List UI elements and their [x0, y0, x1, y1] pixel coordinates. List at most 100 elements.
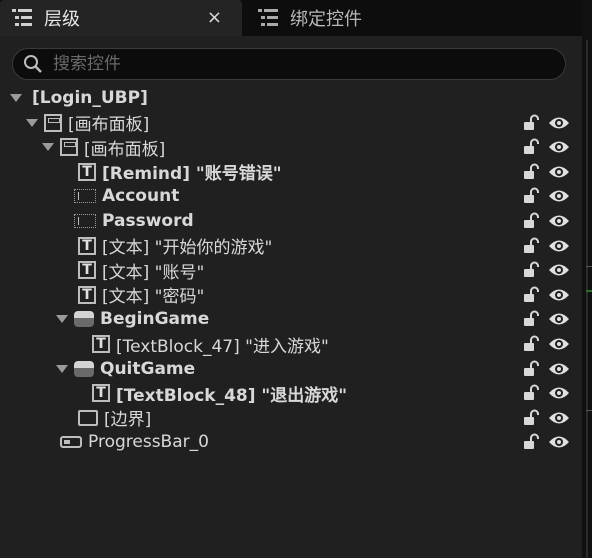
tree-row[interactable]: T [TextBlock_48] "退出游戏" [0, 381, 574, 406]
tree-row-label: [Remind] "账号错误" [102, 164, 282, 185]
eye-icon[interactable] [548, 311, 570, 327]
tree-row[interactable]: BeginGame [0, 307, 574, 331]
tree-row[interactable]: Account [0, 184, 574, 208]
unlock-icon[interactable] [522, 187, 540, 205]
text-block-icon: T [78, 261, 96, 280]
row-actions [522, 430, 570, 454]
tree-row-label: [TextBlock_48] "退出游戏" [116, 385, 348, 406]
unlock-icon[interactable] [522, 335, 540, 353]
eye-icon[interactable] [548, 188, 570, 204]
unlock-icon[interactable] [522, 138, 540, 156]
unlock-icon[interactable] [522, 286, 540, 304]
hierarchy-icon [12, 9, 32, 26]
tree-row[interactable]: Password [0, 209, 574, 233]
tree-row-label: ProgressBar_0 [88, 432, 209, 453]
row-actions [522, 209, 570, 233]
hierarchy-icon [258, 9, 278, 26]
tree-row-label: [文本] "密码" [102, 287, 205, 308]
unlock-icon[interactable] [522, 237, 540, 255]
tree-row-label: BeginGame [100, 309, 210, 330]
unlock-icon[interactable] [522, 360, 540, 378]
border-icon [78, 409, 98, 426]
row-actions [522, 283, 570, 307]
row-actions [522, 307, 570, 331]
tree-row[interactable]: [Login_UBP] [0, 86, 574, 110]
close-icon[interactable]: × [207, 8, 222, 28]
eye-icon[interactable] [548, 238, 570, 254]
unlock-icon[interactable] [522, 433, 540, 451]
tree-row-label: Account [102, 186, 180, 207]
tree-row[interactable]: T [文本] "密码" [0, 283, 574, 307]
unlock-icon[interactable] [522, 212, 540, 230]
text-block-icon: T [78, 236, 96, 255]
eye-icon[interactable] [548, 139, 570, 155]
tree-row[interactable]: QuitGame [0, 357, 574, 381]
text-block-icon: T [92, 384, 110, 403]
row-actions [522, 184, 570, 208]
tab-hierarchy[interactable]: 层级 × [0, 0, 242, 36]
tree-row[interactable]: [画布面板] [0, 135, 574, 160]
tree-row-label: [文本] "开始你的游戏" [102, 238, 273, 259]
expand-arrow-icon[interactable] [10, 94, 22, 102]
row-actions [522, 160, 570, 184]
unlock-icon[interactable] [522, 114, 540, 132]
eye-icon[interactable] [548, 410, 570, 426]
edge-mark [586, 290, 592, 292]
row-actions [522, 332, 570, 356]
eye-icon[interactable] [548, 434, 570, 450]
text-block-icon: T [78, 285, 96, 304]
row-actions [522, 357, 570, 381]
tree-row[interactable]: T [TextBlock_47] "进入游戏" [0, 332, 574, 357]
tree-row[interactable]: T [文本] "账号" [0, 258, 574, 283]
unlock-icon[interactable] [522, 163, 540, 181]
expand-arrow-icon[interactable] [56, 315, 68, 324]
row-actions [522, 406, 570, 430]
tree-row-label: [画布面板] [84, 139, 166, 160]
eye-icon[interactable] [548, 287, 570, 303]
edge-mark [586, 410, 592, 411]
row-actions [522, 111, 570, 135]
tab-bar: 层级 × 绑定控件 [0, 0, 582, 36]
canvas-panel-icon [44, 113, 62, 132]
row-actions [522, 258, 570, 282]
tree-row-label: [文本] "账号" [102, 262, 205, 283]
unlock-icon[interactable] [522, 310, 540, 328]
search-icon [24, 55, 42, 73]
canvas-panel-icon [60, 138, 78, 157]
eye-icon[interactable] [548, 262, 570, 278]
eye-icon[interactable] [548, 213, 570, 229]
text-block-icon: T [78, 162, 96, 181]
row-actions [522, 381, 570, 405]
row-actions [522, 135, 570, 159]
splitter[interactable] [586, 40, 588, 558]
search-box[interactable] [12, 48, 566, 80]
eye-icon[interactable] [548, 385, 570, 401]
expand-arrow-icon[interactable] [42, 143, 54, 152]
button-icon [74, 360, 94, 377]
tree-row[interactable]: [边界] [0, 406, 574, 430]
tab-bind-widgets[interactable]: 绑定控件 [246, 0, 576, 36]
search-input[interactable] [51, 53, 535, 75]
eye-icon[interactable] [548, 336, 570, 352]
tree-row-label: [Login_UBP] [32, 88, 148, 108]
eye-icon[interactable] [548, 164, 570, 180]
eye-icon[interactable] [548, 115, 570, 131]
expand-arrow-icon[interactable] [56, 364, 68, 373]
unlock-icon[interactable] [522, 409, 540, 427]
tree-row[interactable]: ProgressBar_0 [0, 430, 574, 454]
tree-row-label: Password [102, 211, 194, 231]
expand-arrow-icon[interactable] [26, 118, 38, 127]
tree-row[interactable]: T [Remind] "账号错误" [0, 160, 574, 184]
tree-row-label: [边界] [104, 410, 152, 431]
unlock-icon[interactable] [522, 384, 540, 402]
tree-row[interactable]: T [文本] "开始你的游戏" [0, 234, 574, 258]
button-icon [74, 311, 94, 328]
tree-row-label: [画布面板] [68, 115, 150, 136]
row-actions [522, 234, 570, 258]
text-block-icon: T [92, 335, 110, 353]
unlock-icon[interactable] [522, 261, 540, 279]
tree-row[interactable]: [画布面板] [0, 111, 574, 135]
text-input-icon [74, 189, 96, 204]
tab-hierarchy-label: 层级 [44, 9, 80, 30]
eye-icon[interactable] [548, 361, 570, 377]
